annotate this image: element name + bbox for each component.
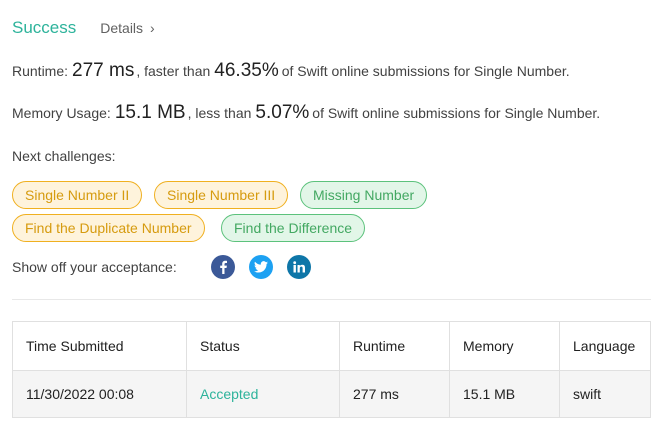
cell-status-accepted[interactable]: Accepted	[186, 370, 340, 418]
runtime-comparison: , faster than	[136, 63, 211, 79]
chevron-right-icon: ›	[150, 20, 155, 36]
column-header-language: Language	[559, 321, 651, 371]
details-label: Details	[100, 20, 144, 36]
runtime-label: Runtime:	[12, 63, 69, 79]
column-header-status: Status	[186, 321, 340, 371]
memory-percentile: 5.07%	[255, 102, 310, 123]
linkedin-icon[interactable]	[287, 255, 311, 279]
facebook-icon[interactable]	[211, 255, 235, 279]
cell-time-submitted: 11/30/2022 00:08	[12, 370, 187, 418]
challenge-tag-find-the-difference[interactable]: Find the Difference	[221, 214, 366, 242]
share-label: Show off your acceptance:	[12, 259, 177, 275]
status-title: Success	[12, 18, 77, 37]
runtime-tail: of Swift online submissions for Single N…	[281, 63, 570, 79]
challenge-tag-find-the-duplicate-number[interactable]: Find the Duplicate Number	[12, 214, 205, 242]
twitter-glyph	[254, 261, 268, 273]
divider	[12, 299, 651, 300]
challenge-tag-single-number-iii[interactable]: Single Number III	[154, 181, 289, 209]
memory-label: Memory Usage:	[12, 105, 111, 121]
twitter-icon[interactable]	[249, 255, 273, 279]
cell-memory: 15.1 MB	[449, 370, 560, 418]
next-challenges-label: Next challenges:	[12, 148, 116, 164]
cell-language: swift	[559, 370, 651, 418]
cell-runtime: 277 ms	[339, 370, 450, 418]
facebook-glyph	[220, 260, 227, 274]
result-header: Success Details ›	[12, 18, 155, 42]
table-header-row: Time Submitted Status Runtime Memory Lan…	[12, 321, 651, 371]
column-header-runtime: Runtime	[339, 321, 450, 371]
details-link[interactable]: Details ›	[100, 20, 154, 36]
runtime-value: 277 ms	[72, 60, 135, 81]
linkedin-glyph	[293, 261, 305, 273]
table-row: 11/30/2022 00:08 Accepted 277 ms 15.1 MB…	[12, 370, 651, 418]
runtime-percentile: 46.35%	[214, 60, 279, 81]
column-header-memory: Memory	[449, 321, 560, 371]
column-header-time-submitted: Time Submitted	[12, 321, 187, 371]
memory-tail: of Swift online submissions for Single N…	[312, 105, 601, 121]
challenge-tag-missing-number[interactable]: Missing Number	[300, 181, 428, 209]
submissions-table: Time Submitted Status Runtime Memory Lan…	[12, 321, 651, 418]
memory-value: 15.1 MB	[114, 102, 186, 123]
challenge-tag-single-number-ii[interactable]: Single Number II	[12, 181, 143, 209]
runtime-stat: Runtime: 277 ms , faster than 46.35% of …	[12, 60, 570, 82]
memory-comparison: , less than	[187, 105, 252, 121]
memory-stat: Memory Usage: 15.1 MB , less than 5.07% …	[12, 102, 600, 124]
